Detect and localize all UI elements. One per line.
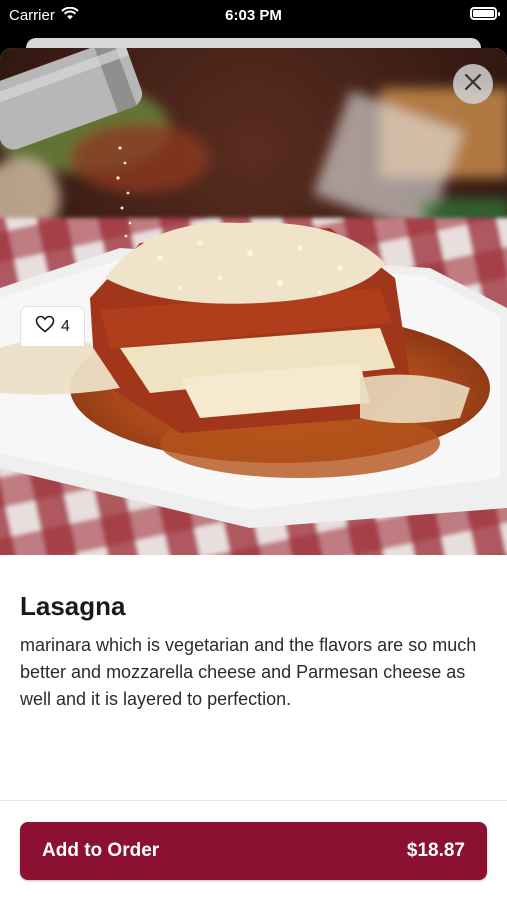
add-to-order-label: Add to Order [42,840,160,861]
item-price: $18.87 [406,840,465,861]
order-footer: Add to Order $18.87 [0,800,507,900]
status-bar: Carrier 6:03 PM [0,0,507,30]
like-button[interactable]: 4 [20,306,85,346]
item-image [0,48,507,555]
status-time: 6:03 PM [225,6,282,24]
close-button[interactable] [453,64,493,104]
add-to-order-button[interactable]: Add to Order $18.87 [20,822,487,880]
item-info: Lasagna marinara which is vegetarian and… [0,555,507,713]
close-icon [464,73,482,96]
item-detail-sheet: Lasagna marinara which is vegetarian and… [0,48,507,900]
item-description: marinara which is vegetarian and the fla… [20,635,477,709]
battery-icon [470,7,500,20]
item-title: Lasagna [20,591,126,621]
like-count: 4 [61,317,70,335]
heart-icon [35,315,55,338]
